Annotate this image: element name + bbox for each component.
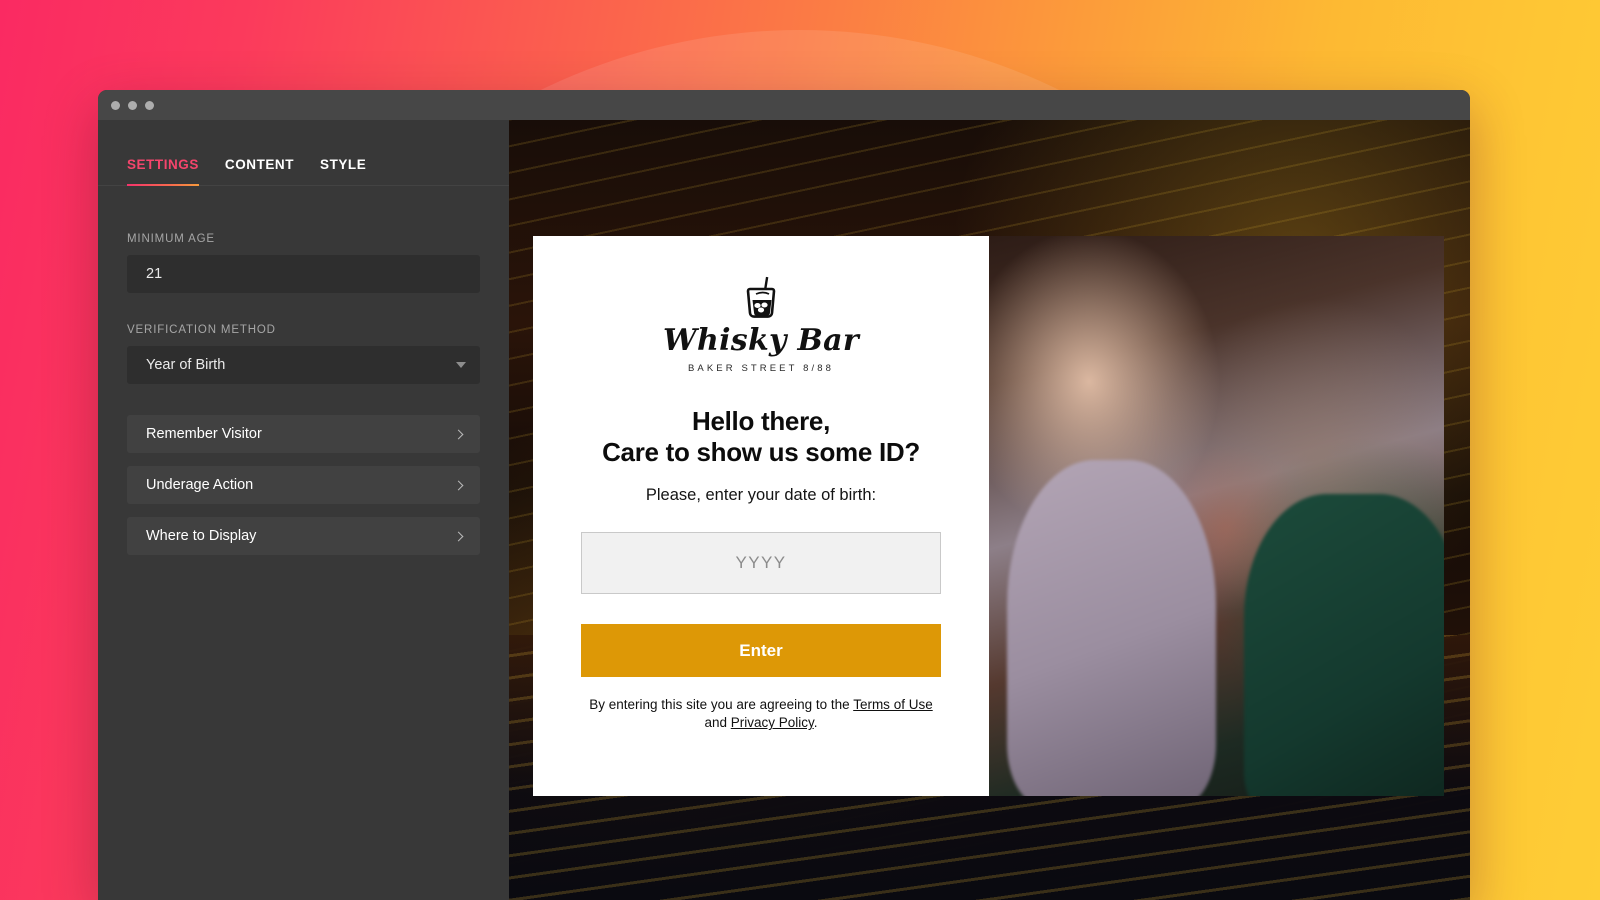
terms-of-use-link[interactable]: Terms of Use xyxy=(853,697,933,712)
fineprint-prefix: By entering this site you are agreeing t… xyxy=(589,697,854,713)
chevron-down-icon xyxy=(456,362,466,368)
sidebar-row-where-to-display[interactable]: Where to Display xyxy=(127,517,480,555)
fineprint-conjunction: and xyxy=(704,715,731,731)
window-body: SETTINGS CONTENT STYLE MINIMUM AGE 21 VE… xyxy=(98,120,1470,900)
tab-settings[interactable]: SETTINGS xyxy=(127,157,199,186)
verification-method-select[interactable]: Year of Birth xyxy=(127,346,480,384)
privacy-policy-link[interactable]: Privacy Policy xyxy=(731,715,814,730)
headline-line-1: Hello there, xyxy=(692,406,830,436)
minimum-age-block: MINIMUM AGE 21 xyxy=(98,186,509,293)
logo-wordmark: Whisky Bar xyxy=(662,323,860,358)
year-of-birth-input[interactable] xyxy=(581,532,941,595)
zoom-icon[interactable] xyxy=(145,100,154,110)
sidebar-row-label: Remember Visitor xyxy=(146,426,262,442)
minimum-age-value: 21 xyxy=(146,266,163,282)
sidebar-row-label: Underage Action xyxy=(146,477,254,493)
headline-line-2: Care to show us some ID? xyxy=(602,436,920,467)
sidebar-row-remember-visitor[interactable]: Remember Visitor xyxy=(127,415,480,453)
sidebar-row-underage-action[interactable]: Underage Action xyxy=(127,466,480,504)
sidebar-row-label: Where to Display xyxy=(146,528,257,544)
legal-fineprint: By entering this site you are agreeing t… xyxy=(581,696,941,732)
whisky-glass-icon xyxy=(746,276,776,318)
page-backdrop: SETTINGS CONTENT STYLE MINIMUM AGE 21 VE… xyxy=(0,0,1600,900)
verification-method-value: Year of Birth xyxy=(146,357,226,373)
minimize-icon[interactable] xyxy=(128,100,137,110)
window-titlebar xyxy=(98,90,1470,120)
minimum-age-label: MINIMUM AGE xyxy=(127,233,215,245)
enter-button[interactable]: Enter xyxy=(581,624,941,678)
tab-bar: SETTINGS CONTENT STYLE xyxy=(98,120,509,186)
minimum-age-input[interactable]: 21 xyxy=(127,255,480,293)
verification-method-label: VERIFICATION METHOD xyxy=(127,324,276,336)
logo-tagline: BAKER STREET 8/88 xyxy=(688,363,834,374)
verification-method-block: VERIFICATION METHOD Year of Birth xyxy=(98,293,509,384)
age-gate-preview: Whisky Bar BAKER STREET 8/88 Hello there… xyxy=(509,120,1470,900)
age-verification-modal: Whisky Bar BAKER STREET 8/88 Hello there… xyxy=(533,236,989,796)
people-toasting-photo xyxy=(989,236,1444,796)
fineprint-suffix: . xyxy=(813,715,818,731)
chevron-right-icon xyxy=(453,480,464,490)
brand-logo: Whisky Bar BAKER STREET 8/88 xyxy=(581,276,941,374)
modal-headline: Hello there, Care to show us some ID? xyxy=(581,406,941,467)
modal-subhead: Please, enter your date of birth: xyxy=(645,486,877,505)
settings-sidebar: SETTINGS CONTENT STYLE MINIMUM AGE 21 VE… xyxy=(98,120,509,900)
chevron-right-icon xyxy=(453,429,464,439)
tab-content[interactable]: CONTENT xyxy=(225,157,294,185)
settings-rows: Remember Visitor Underage Action Where t… xyxy=(98,415,509,555)
close-icon[interactable] xyxy=(111,100,120,110)
chevron-right-icon xyxy=(453,531,464,541)
browser-window: SETTINGS CONTENT STYLE MINIMUM AGE 21 VE… xyxy=(98,90,1470,900)
tab-style[interactable]: STYLE xyxy=(320,157,366,185)
